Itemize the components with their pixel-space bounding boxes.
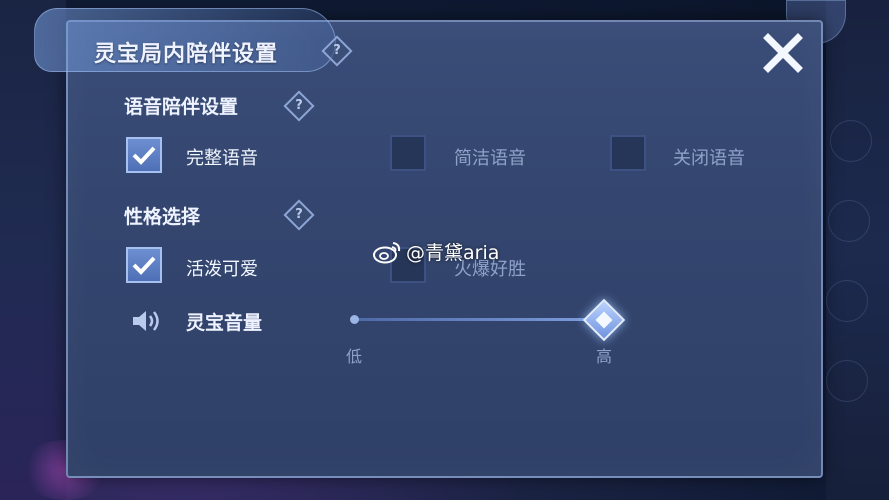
background-left — [0, 0, 66, 500]
background-ornament — [830, 120, 872, 162]
voice-off-label[interactable]: 关闭语音 — [673, 144, 745, 170]
watermark: @青黛aria — [372, 238, 499, 265]
volume-label: 灵宝音量 — [186, 312, 263, 334]
slider-thumb-core — [595, 311, 613, 329]
checkmark-icon — [132, 146, 156, 165]
voice-simple-checkbox[interactable] — [390, 135, 426, 171]
personality-section-label: 性格选择 — [124, 206, 201, 228]
panel-title: 灵宝局内陪伴设置 — [94, 42, 279, 67]
personality-lively-label[interactable]: 活泼可爱 — [186, 255, 258, 281]
voice-simple-label[interactable]: 简洁语音 — [454, 144, 526, 170]
voice-full-checkbox[interactable] — [126, 137, 162, 173]
volume-min-label: 低 — [346, 347, 363, 366]
voice-off-checkbox[interactable] — [610, 135, 646, 171]
weibo-logo-icon — [373, 241, 401, 263]
close-button[interactable] — [760, 30, 806, 76]
voice-section-label: 语音陪伴设置 — [124, 96, 239, 118]
background-ornament — [826, 360, 868, 402]
background-right — [826, 0, 889, 500]
speaker-icon — [130, 307, 162, 339]
voice-full-label[interactable]: 完整语音 — [186, 144, 258, 170]
checkmark-icon — [132, 256, 156, 275]
volume-slider-min-dot — [350, 315, 359, 324]
background-ornament — [828, 200, 870, 242]
volume-slider-track[interactable] — [354, 318, 604, 321]
personality-lively-checkbox[interactable] — [126, 247, 162, 283]
close-icon — [763, 33, 803, 73]
volume-max-label: 高 — [596, 347, 613, 366]
watermark-text: @青黛aria — [406, 242, 500, 264]
background-ornament — [826, 280, 868, 322]
